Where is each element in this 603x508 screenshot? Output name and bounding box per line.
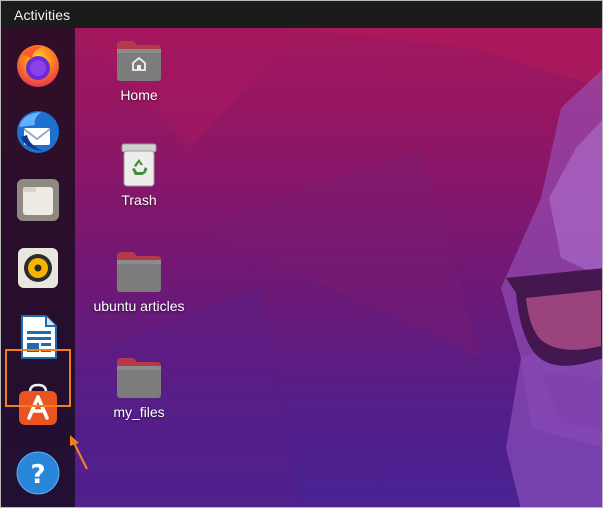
folder-icon <box>117 252 161 292</box>
screen: Activities ? Home Trash ubuntu articles … <box>0 0 603 508</box>
dock: ? <box>1 28 75 507</box>
dock-thunderbird[interactable] <box>1 101 75 163</box>
desktop-icon-ubuntu-articles[interactable]: ubuntu articles <box>84 248 194 314</box>
dock-ubuntu-software[interactable] <box>1 374 75 436</box>
writer-icon <box>21 315 57 359</box>
software-store-icon <box>19 383 57 425</box>
top-bar: Activities <box>1 1 602 28</box>
firefox-icon <box>17 45 59 87</box>
desktop-icon-my-files[interactable]: my_files <box>84 354 194 420</box>
desktop-icon-home[interactable]: Home <box>84 37 194 103</box>
help-icon: ? <box>16 451 60 495</box>
thunderbird-icon <box>17 111 59 153</box>
svg-text:?: ? <box>30 460 45 490</box>
dock-firefox[interactable] <box>1 34 75 96</box>
desktop-icon-label: my_files <box>113 404 165 420</box>
dock-rhythmbox[interactable] <box>1 237 75 299</box>
home-folder-icon <box>117 41 161 81</box>
folder-icon <box>117 358 161 398</box>
dock-help[interactable]: ? <box>1 442 75 504</box>
activities-button[interactable]: Activities <box>14 7 70 23</box>
arrow-icon <box>70 435 88 470</box>
dock-libreoffice-writer[interactable] <box>1 306 75 368</box>
desktop-icon-trash[interactable]: Trash <box>84 142 194 208</box>
rhythmbox-icon <box>18 248 58 288</box>
desktop-icon-label: ubuntu articles <box>93 298 185 314</box>
desktop-icon-label: Home <box>120 87 158 103</box>
dock-files[interactable] <box>1 169 75 231</box>
desktop-icon-label: Trash <box>121 192 157 208</box>
trash-icon <box>121 143 157 187</box>
files-icon <box>17 179 59 221</box>
